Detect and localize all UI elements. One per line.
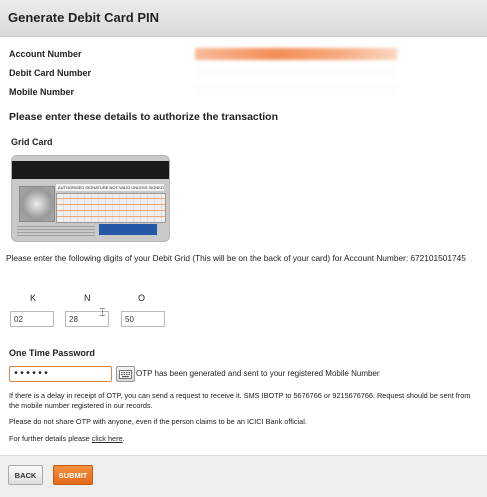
debit-card-number-value-masked (195, 66, 397, 78)
back-button[interactable]: BACK (8, 465, 43, 485)
grid-instruction: Please enter the following digits of you… (6, 253, 466, 263)
otp-sent-message: OTP has been generated and sent to your … (136, 369, 380, 378)
mobile-number-value-masked (195, 85, 397, 97)
otp-heading: One Time Password (9, 348, 95, 358)
further-details-suffix: . (122, 434, 125, 443)
account-number-label: Account Number (9, 49, 82, 59)
fine-print (17, 224, 95, 236)
submit-button[interactable]: SUBMIT (53, 465, 93, 485)
grid-column-label-k: K (30, 293, 37, 303)
grid-column-label-n: N (84, 293, 91, 303)
page-header: Generate Debit Card PIN (0, 0, 487, 37)
otp-delay-note: If there is a delay in receipt of OTP, y… (9, 391, 471, 410)
grid-column-label-o: O (138, 293, 146, 303)
authorize-heading: Please enter these details to authorize … (9, 111, 278, 123)
bank-contact-box (99, 224, 157, 235)
further-details-note: For further details please click here. (9, 434, 479, 444)
text-cursor-icon: ⌶ (99, 307, 106, 319)
grid-card-image: AUTHORISED SIGNATURE NOT VALID UNLESS SI… (11, 155, 170, 242)
grid-input-k[interactable] (10, 311, 54, 327)
grid-values-box (56, 193, 166, 223)
otp-warning-note: Please do not share OTP with anyone, eve… (9, 417, 307, 426)
signature-strip: AUTHORISED SIGNATURE NOT VALID UNLESS SI… (56, 184, 164, 191)
debit-card-number-label: Debit Card Number (9, 68, 92, 78)
hologram (19, 186, 55, 222)
grid-input-o[interactable] (121, 311, 165, 327)
otp-input[interactable] (9, 366, 112, 382)
grid-card-label: Grid Card (11, 137, 53, 147)
magnetic-stripe (12, 161, 169, 179)
account-number-value-masked (195, 48, 397, 60)
click-here-link[interactable]: click here (92, 434, 123, 443)
mobile-number-label: Mobile Number (9, 87, 75, 97)
page-title: Generate Debit Card PIN (8, 10, 159, 25)
keyboard-icon[interactable] (116, 366, 135, 382)
further-details-prefix: For further details please (9, 434, 92, 443)
keyboard-icon-glyph (119, 369, 132, 379)
